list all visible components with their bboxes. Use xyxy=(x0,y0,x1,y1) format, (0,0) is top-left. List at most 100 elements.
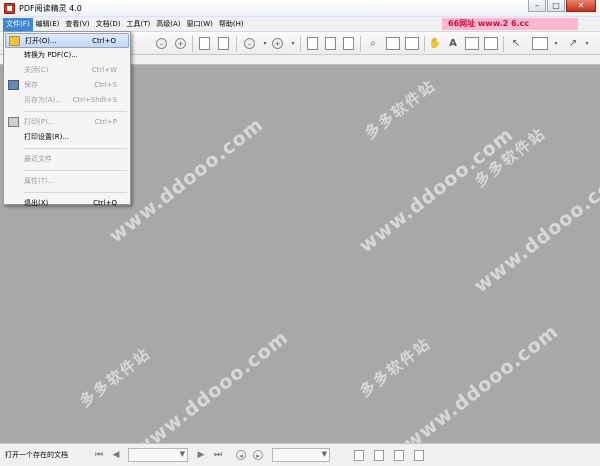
chevron-down-icon: ▼ xyxy=(321,450,327,458)
zoom-in-circle-icon[interactable]: + xyxy=(272,38,283,49)
image-icon[interactable] xyxy=(484,37,498,50)
menu-separator xyxy=(24,111,127,112)
menu-item-recent-files[interactable]: 最近文件 xyxy=(5,152,129,167)
zoom-out-circle-icon[interactable]: – xyxy=(244,38,255,49)
menu-item-shortcut: Ctrl+Q xyxy=(93,199,117,207)
menu-item-open[interactable]: 打开(O)... Ctrl+O xyxy=(5,33,129,48)
menu-item-print[interactable]: 打印(P)... Ctrl+P xyxy=(5,115,129,130)
menu-item-label: 转换为 PDF(C)... xyxy=(24,51,78,59)
menu-item-close[interactable]: 关闭(C) Ctrl+W xyxy=(5,63,129,78)
chevron-down-icon: ▼ xyxy=(179,450,185,458)
paste-page-icon[interactable] xyxy=(218,37,229,50)
single-page-icon[interactable] xyxy=(307,37,318,50)
chevron-down-icon[interactable]: ▾ xyxy=(286,36,300,50)
save-icon xyxy=(8,80,19,90)
menu-item-label: 属性(T)... xyxy=(24,177,55,185)
first-page-icon[interactable]: ⏮ xyxy=(94,450,104,460)
menu-edit[interactable]: 编辑(E) xyxy=(33,18,63,31)
menu-item-shortcut: Ctrl+W xyxy=(91,66,117,74)
menu-file[interactable]: 文件(F) xyxy=(3,17,33,31)
menu-item-print-setup[interactable]: 打印设置(R)... xyxy=(5,130,129,145)
back-icon[interactable]: ◂ xyxy=(236,450,246,460)
window-title: PDF阅读精灵 4.0 xyxy=(19,3,82,13)
watermark-url: www.ddooo.com xyxy=(130,326,293,443)
copy-page-icon[interactable] xyxy=(199,37,210,50)
menu-item-label: 保存 xyxy=(24,81,38,89)
screen-icon[interactable] xyxy=(405,37,419,50)
toolbar-separator xyxy=(300,36,301,52)
folder-icon xyxy=(9,36,20,46)
menu-document[interactable]: 文档(D) xyxy=(93,18,124,31)
menu-item-exit[interactable]: 退出(X) Ctrl+Q xyxy=(5,196,129,211)
menu-item-shortcut: Ctrl+Shift+S xyxy=(72,96,117,104)
menu-item-label: 最近文件 xyxy=(24,155,52,163)
single-page-view-icon[interactable] xyxy=(354,450,364,461)
watermark-cn: 多多软件站 xyxy=(76,344,155,411)
close-button[interactable]: ✕ xyxy=(566,0,596,12)
toolbar-separator xyxy=(360,36,361,52)
toolbar-separator xyxy=(236,36,237,52)
forward-icon[interactable]: ▸ xyxy=(253,450,263,460)
continuous-page-icon[interactable] xyxy=(325,37,336,50)
last-page-icon[interactable]: ⏭ xyxy=(213,450,223,460)
text-select-icon[interactable]: A xyxy=(446,36,460,50)
menu-item-save[interactable]: 保存 Ctrl+S xyxy=(5,78,129,93)
app-icon xyxy=(4,2,15,14)
continuous-facing-view-icon[interactable] xyxy=(414,450,424,461)
chevron-down-icon[interactable]: ▾ xyxy=(258,36,272,50)
menu-item-shortcut: Ctrl+O xyxy=(92,37,116,45)
menu-window[interactable]: 窗口(W) xyxy=(184,18,216,31)
toolbar-separator xyxy=(424,36,425,52)
arrow-tool-icon[interactable]: ↗ xyxy=(566,36,580,50)
menu-separator xyxy=(24,148,127,149)
toolbar-separator xyxy=(503,36,504,52)
menu-help[interactable]: 帮助(H) xyxy=(216,18,247,31)
window-controls: – □ ✕ xyxy=(527,0,596,12)
menu-item-label: 另存为(A)... xyxy=(24,96,62,104)
menu-separator xyxy=(24,192,127,193)
watermark-cn: 多多软件站 xyxy=(361,76,440,143)
facing-view-icon[interactable] xyxy=(394,450,404,461)
layout-icon[interactable] xyxy=(386,37,400,50)
ad-banner[interactable]: 66网址 www.2 6.cc xyxy=(442,18,578,30)
menu-item-label: 退出(X) xyxy=(24,199,49,207)
menu-item-shortcut: Ctrl+P xyxy=(94,118,117,126)
watermark-cn: 多多软件站 xyxy=(356,334,435,401)
page-number-input[interactable]: ▼ xyxy=(128,448,188,462)
continuous-view-icon[interactable] xyxy=(374,450,384,461)
file-menu-dropdown: 打开(O)... Ctrl+O 转换为 PDF(C)... 关闭(C) Ctrl… xyxy=(3,31,131,207)
menu-item-label: 打印(P)... xyxy=(24,118,55,126)
toolbar-separator xyxy=(192,36,193,52)
menu-separator xyxy=(24,170,127,171)
prev-page-icon[interactable]: ◀ xyxy=(111,450,121,460)
binoculars-icon[interactable]: ⌕ xyxy=(366,36,380,50)
menu-item-shortcut: Ctrl+S xyxy=(94,81,117,89)
menu-item-properties[interactable]: 属性(T)... xyxy=(5,174,129,189)
menu-item-save-as[interactable]: 另存为(A)... Ctrl+Shift+S xyxy=(5,93,129,108)
zoom-out-icon[interactable]: – xyxy=(156,38,167,49)
zoom-input[interactable]: ▼ xyxy=(272,448,330,462)
chevron-down-icon[interactable]: ▾ xyxy=(580,36,594,50)
menu-item-convert-pdf[interactable]: 转换为 PDF(C)... xyxy=(5,48,129,63)
monitor-icon[interactable] xyxy=(532,37,548,50)
menu-item-label: 打印设置(R)... xyxy=(24,133,70,141)
next-page-icon[interactable]: ▶ xyxy=(196,450,206,460)
printer-icon xyxy=(8,117,19,127)
hand-icon[interactable]: ✋ xyxy=(428,36,442,50)
status-message: 打开一个存在的文档 xyxy=(5,451,68,459)
status-bar: 打开一个存在的文档 ⏮ ◀ ▼ ▶ ⏭ ◂ ▸ ▼ xyxy=(0,443,600,466)
menu-item-label: 打开(O)... xyxy=(25,37,57,45)
watermark-url: www.ddooo.com xyxy=(355,123,518,258)
menu-view[interactable]: 查看(V) xyxy=(62,18,92,31)
chevron-down-icon[interactable]: ▾ xyxy=(549,36,563,50)
menu-advanced[interactable]: 高级(A) xyxy=(153,18,183,31)
cursor-icon[interactable]: ↖ xyxy=(509,36,523,50)
snapshot-icon[interactable] xyxy=(465,37,479,50)
minimize-button[interactable]: – xyxy=(528,0,546,12)
menu-item-label: 关闭(C) xyxy=(24,66,49,74)
title-bar: PDF阅读精灵 4.0 – □ ✕ xyxy=(0,0,600,17)
zoom-in-icon[interactable]: + xyxy=(175,38,186,49)
facing-page-icon[interactable] xyxy=(343,37,354,50)
maximize-button[interactable]: □ xyxy=(547,0,565,12)
menu-tools[interactable]: 工具(T) xyxy=(124,18,154,31)
